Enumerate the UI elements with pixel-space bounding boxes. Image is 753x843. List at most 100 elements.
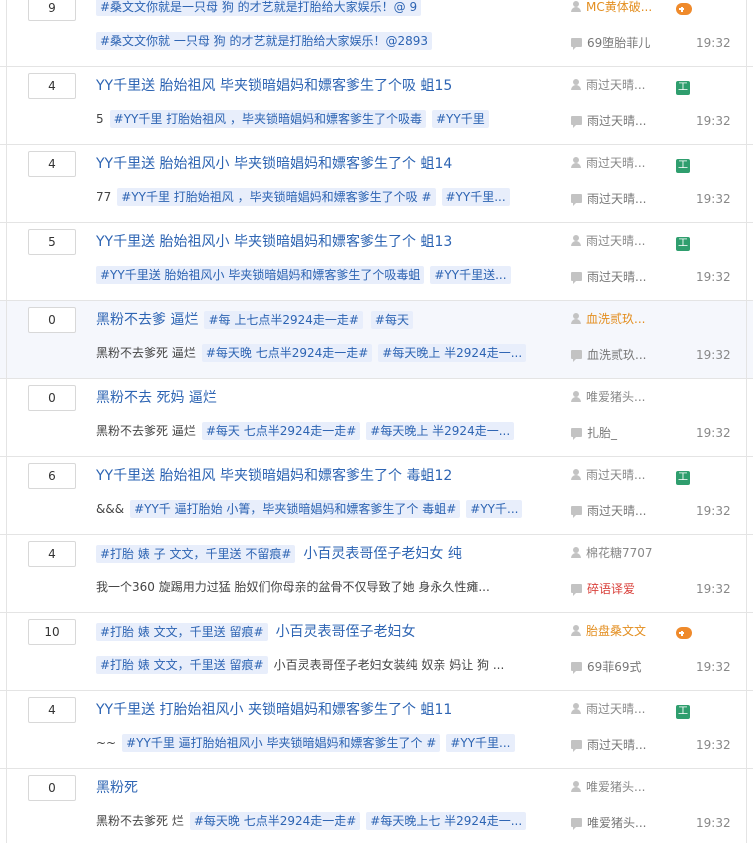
thread-title[interactable]: 黑粉不去 死妈 逼烂 bbox=[96, 385, 536, 411]
last-replier[interactable]: 雨过天晴... bbox=[571, 501, 681, 521]
thread-row[interactable]: 6 YY千里送 胎始祖风 毕夹锁暗娼妈和嫖客爹生了个 毒蛆12 &&& #YY千 逼打… bbox=[0, 457, 753, 535]
topic-tag[interactable]: #YY千里 bbox=[432, 110, 489, 128]
topic-tag[interactable]: #每天晚上 半2924走一... bbox=[378, 344, 527, 362]
last-replier-name[interactable]: 雨过天晴... bbox=[587, 504, 646, 518]
last-replier-name[interactable]: 唯爱猪头... bbox=[587, 816, 646, 830]
thread-title[interactable]: #打胎 婊 子 文文，千里送 不留痕# 小百灵表哥侄子老妇女 纯 bbox=[96, 541, 536, 567]
thread-title-text[interactable]: YY千里送 打胎始祖风小 夹锁暗娼妈和嫖客爹生了个 蛆11 bbox=[96, 702, 452, 718]
topic-tag[interactable]: #桑文文你就 一只母 狗 的才艺就是打胎给大家娱乐！@2893 bbox=[96, 32, 433, 50]
topic-tag[interactable]: #YY千里送... bbox=[430, 266, 511, 284]
thread-title-text[interactable]: YY千里送 胎始祖风小 毕夹锁暗娼妈和嫖客爹生了个 蛆14 bbox=[96, 156, 452, 172]
author-name[interactable]: MC黄体破... bbox=[586, 0, 652, 14]
thread-author[interactable]: 雨过天晴... bbox=[571, 231, 671, 251]
topic-tag[interactable]: #YY千里... bbox=[446, 734, 515, 752]
thread-title[interactable]: YY千里送 打胎始祖风小 夹锁暗娼妈和嫖客爹生了个 蛆11 bbox=[96, 697, 536, 723]
topic-tag[interactable]: #YY千 逼打胎始 小箐，毕夹锁暗娼妈和嫖客爹生了个 毒蛆# bbox=[130, 500, 461, 518]
thread-title-text[interactable]: 黑粉死 bbox=[96, 780, 138, 796]
last-replier[interactable]: 雨过天晴... bbox=[571, 189, 681, 209]
author-name[interactable]: 雨过天晴... bbox=[586, 78, 645, 92]
topic-tag[interactable]: #每天晚上七 半2924走一... bbox=[366, 812, 527, 830]
thread-title[interactable]: YY千里送 胎始祖风 毕夹锁暗娼妈和嫖客爹生了个 毒蛆12 bbox=[96, 463, 536, 489]
thread-author[interactable]: 雨过天晴... bbox=[571, 153, 671, 173]
thread-row[interactable]: 4 YY千里送 打胎始祖风小 夹锁暗娼妈和嫖客爹生了个 蛆11 ~~ #YY千里 逼打… bbox=[0, 691, 753, 769]
last-replier[interactable]: 扎胎_ bbox=[571, 423, 681, 443]
topic-tag[interactable]: #每天晚 七点半2924走一走# bbox=[189, 812, 361, 830]
topic-tag[interactable]: #YY千里送 胎始祖风小 毕夹锁暗娼妈和嫖客爹生了个吸毒蛆 bbox=[96, 266, 425, 284]
topic-tag[interactable]: #打胎 婊 文文，千里送 留痕# bbox=[96, 623, 268, 641]
thread-title-text[interactable]: YY千里送 胎始祖风 毕夹锁暗娼妈和嫖客爹生了个吸 蛆15 bbox=[96, 78, 452, 94]
thread-author[interactable]: 雨过天晴... bbox=[571, 699, 671, 719]
thread-title-text[interactable]: 小百灵表哥侄子老妇女 bbox=[276, 624, 416, 640]
topic-tag[interactable]: #桑文文你就是一只母 狗 的才艺就是打胎给大家娱乐！@ 9 bbox=[96, 0, 422, 16]
author-name[interactable]: 唯爱猪头... bbox=[586, 390, 645, 404]
last-replier-name[interactable]: 69菲69式 bbox=[587, 660, 642, 674]
last-replier[interactable]: 雨过天晴... bbox=[571, 111, 681, 131]
author-name[interactable]: 棉花糖7707 bbox=[586, 546, 653, 560]
thread-row[interactable]: 4 YY千里送 胎始祖风小 毕夹锁暗娼妈和嫖客爹生了个 蛆14 77 #YY千里 打胎… bbox=[0, 145, 753, 223]
author-name[interactable]: 胎盘桑文文 bbox=[586, 624, 646, 638]
thread-title-text[interactable]: 黑粉不去爹 逼烂 bbox=[96, 312, 198, 328]
last-replier[interactable]: 血洗贰玖... bbox=[571, 345, 681, 365]
last-replier[interactable]: 69堕胎菲儿 bbox=[571, 33, 681, 53]
author-name[interactable]: 血洗贰玖... bbox=[586, 312, 645, 326]
last-replier-name[interactable]: 雨过天晴... bbox=[587, 192, 646, 206]
last-replier-name[interactable]: 雨过天晴... bbox=[587, 114, 646, 128]
thread-title[interactable]: #桑文文你就是一只母 狗 的才艺就是打胎给大家娱乐！@ 9 bbox=[96, 0, 536, 21]
thread-title-text[interactable]: YY千里送 胎始祖风 毕夹锁暗娼妈和嫖客爹生了个 毒蛆12 bbox=[96, 468, 452, 484]
topic-tag[interactable]: #每天 bbox=[370, 311, 413, 329]
thread-title-text[interactable]: YY千里送 胎始祖风小 毕夹锁暗娼妈和嫖客爹生了个 蛆13 bbox=[96, 234, 452, 250]
thread-row[interactable]: 4 #打胎 婊 子 文文，千里送 不留痕# 小百灵表哥侄子老妇女 纯我一个360 旋… bbox=[0, 535, 753, 613]
last-replier[interactable]: 雨过天晴... bbox=[571, 735, 681, 755]
author-name[interactable]: 雨过天晴... bbox=[586, 468, 645, 482]
topic-tag[interactable]: #每天晚 七点半2924走一走# bbox=[201, 344, 373, 362]
thread-title-text[interactable]: 黑粉不去 死妈 逼烂 bbox=[96, 390, 217, 406]
topic-tag[interactable]: #每天 七点半2924走一走# bbox=[201, 422, 361, 440]
abstract-text: 小百灵表哥侄子老妇女装纯 奴亲 妈让 狗 ... bbox=[273, 658, 505, 672]
topic-tag[interactable]: #打胎 婊 子 文文，千里送 不留痕# bbox=[96, 545, 296, 563]
last-replier-name[interactable]: 雨过天晴... bbox=[587, 738, 646, 752]
last-replier-name[interactable]: 雨过天晴... bbox=[587, 270, 646, 284]
last-replier-name[interactable]: 扎胎_ bbox=[587, 426, 617, 440]
topic-tag[interactable]: #每 上七点半2924走一走# bbox=[204, 311, 363, 329]
last-replier[interactable]: 碎语译爱 bbox=[571, 579, 681, 599]
thread-author[interactable]: 唯爱猪头... bbox=[571, 777, 671, 797]
last-replier-name[interactable]: 69堕胎菲儿 bbox=[587, 36, 650, 50]
thread-row[interactable]: 0 黑粉死 黑粉不去爹死 烂 #每天晚 七点半2924走一走# #每天晚上七 半2924… bbox=[0, 769, 753, 843]
topic-tag[interactable]: #打胎 婊 文文，千里送 留痕# bbox=[96, 656, 268, 674]
thread-title-text[interactable]: 小百灵表哥侄子老妇女 纯 bbox=[303, 546, 461, 562]
last-replier-name[interactable]: 血洗贰玖... bbox=[587, 348, 646, 362]
author-name[interactable]: 唯爱猪头... bbox=[586, 780, 645, 794]
thread-row[interactable]: 5 YY千里送 胎始祖风小 毕夹锁暗娼妈和嫖客爹生了个 蛆13 #YY千里送 胎始祖… bbox=[0, 223, 753, 301]
thread-author[interactable]: MC黄体破... bbox=[571, 0, 671, 17]
last-replier-name[interactable]: 碎语译爱 bbox=[587, 582, 635, 596]
thread-row[interactable]: 0 黑粉不去 死妈 逼烂 黑粉不去爹死 逼烂 #每天 七点半2924走一走# #每天晚上… bbox=[0, 379, 753, 457]
topic-tag[interactable]: #YY千里 打胎始祖风 ，毕夹锁暗娼妈和嫖客爹生了个吸毒 bbox=[109, 110, 426, 128]
author-name[interactable]: 雨过天晴... bbox=[586, 156, 645, 170]
thread-row[interactable]: 10 #打胎 婊 文文，千里送 留痕# 小百灵表哥侄子老妇女 #打胎 婊 文文，千里送… bbox=[0, 613, 753, 691]
author-name[interactable]: 雨过天晴... bbox=[586, 702, 645, 716]
thread-row[interactable]: 9 #桑文文你就是一只母 狗 的才艺就是打胎给大家娱乐！@ 9 #桑文文你就 一只母… bbox=[0, 0, 753, 67]
author-name[interactable]: 雨过天晴... bbox=[586, 234, 645, 248]
thread-title[interactable]: #打胎 婊 文文，千里送 留痕# 小百灵表哥侄子老妇女 bbox=[96, 619, 536, 645]
topic-tag[interactable]: #YY千... bbox=[466, 500, 523, 518]
last-replier[interactable]: 69菲69式 bbox=[571, 657, 681, 677]
thread-title[interactable]: YY千里送 胎始祖风小 毕夹锁暗娼妈和嫖客爹生了个 蛆14 bbox=[96, 151, 536, 177]
last-replier[interactable]: 雨过天晴... bbox=[571, 267, 681, 287]
topic-tag[interactable]: #YY千里 逼打胎始祖风小 毕夹锁暗娼妈和嫖客爹生了个 # bbox=[122, 734, 441, 752]
thread-author[interactable]: 血洗贰玖... bbox=[571, 309, 671, 329]
thread-title[interactable]: YY千里送 胎始祖风小 毕夹锁暗娼妈和嫖客爹生了个 蛆13 bbox=[96, 229, 536, 255]
thread-title[interactable]: 黑粉不去爹 逼烂 #每 上七点半2924走一走# #每天 bbox=[96, 307, 536, 333]
thread-row[interactable]: 4 YY千里送 胎始祖风 毕夹锁暗娼妈和嫖客爹生了个吸 蛆15 5 #YY千里 打胎始… bbox=[0, 67, 753, 145]
topic-tag[interactable]: #YY千里... bbox=[441, 188, 510, 206]
thread-title[interactable]: 黑粉死 bbox=[96, 775, 536, 801]
thread-author[interactable]: 唯爱猪头... bbox=[571, 387, 671, 407]
topic-tag[interactable]: #YY千里 打胎始祖风 ，毕夹锁暗娼妈和嫖客爹生了个吸 # bbox=[117, 188, 436, 206]
thread-author[interactable]: 胎盘桑文文 bbox=[571, 621, 671, 641]
thread-author[interactable]: 雨过天晴... bbox=[571, 465, 671, 485]
thread-author[interactable]: 雨过天晴... bbox=[571, 75, 671, 95]
thread-row[interactable]: 0 黑粉不去爹 逼烂 #每 上七点半2924走一走# #每天 黑粉不去爹死 逼烂 #每天晚… bbox=[0, 301, 753, 379]
topic-tag[interactable]: #每天晚上 半2924走一... bbox=[366, 422, 515, 440]
thread-title[interactable]: YY千里送 胎始祖风 毕夹锁暗娼妈和嫖客爹生了个吸 蛆15 bbox=[96, 73, 536, 99]
last-replier[interactable]: 唯爱猪头... bbox=[571, 813, 681, 833]
thread-author[interactable]: 棉花糖7707 bbox=[571, 543, 671, 563]
